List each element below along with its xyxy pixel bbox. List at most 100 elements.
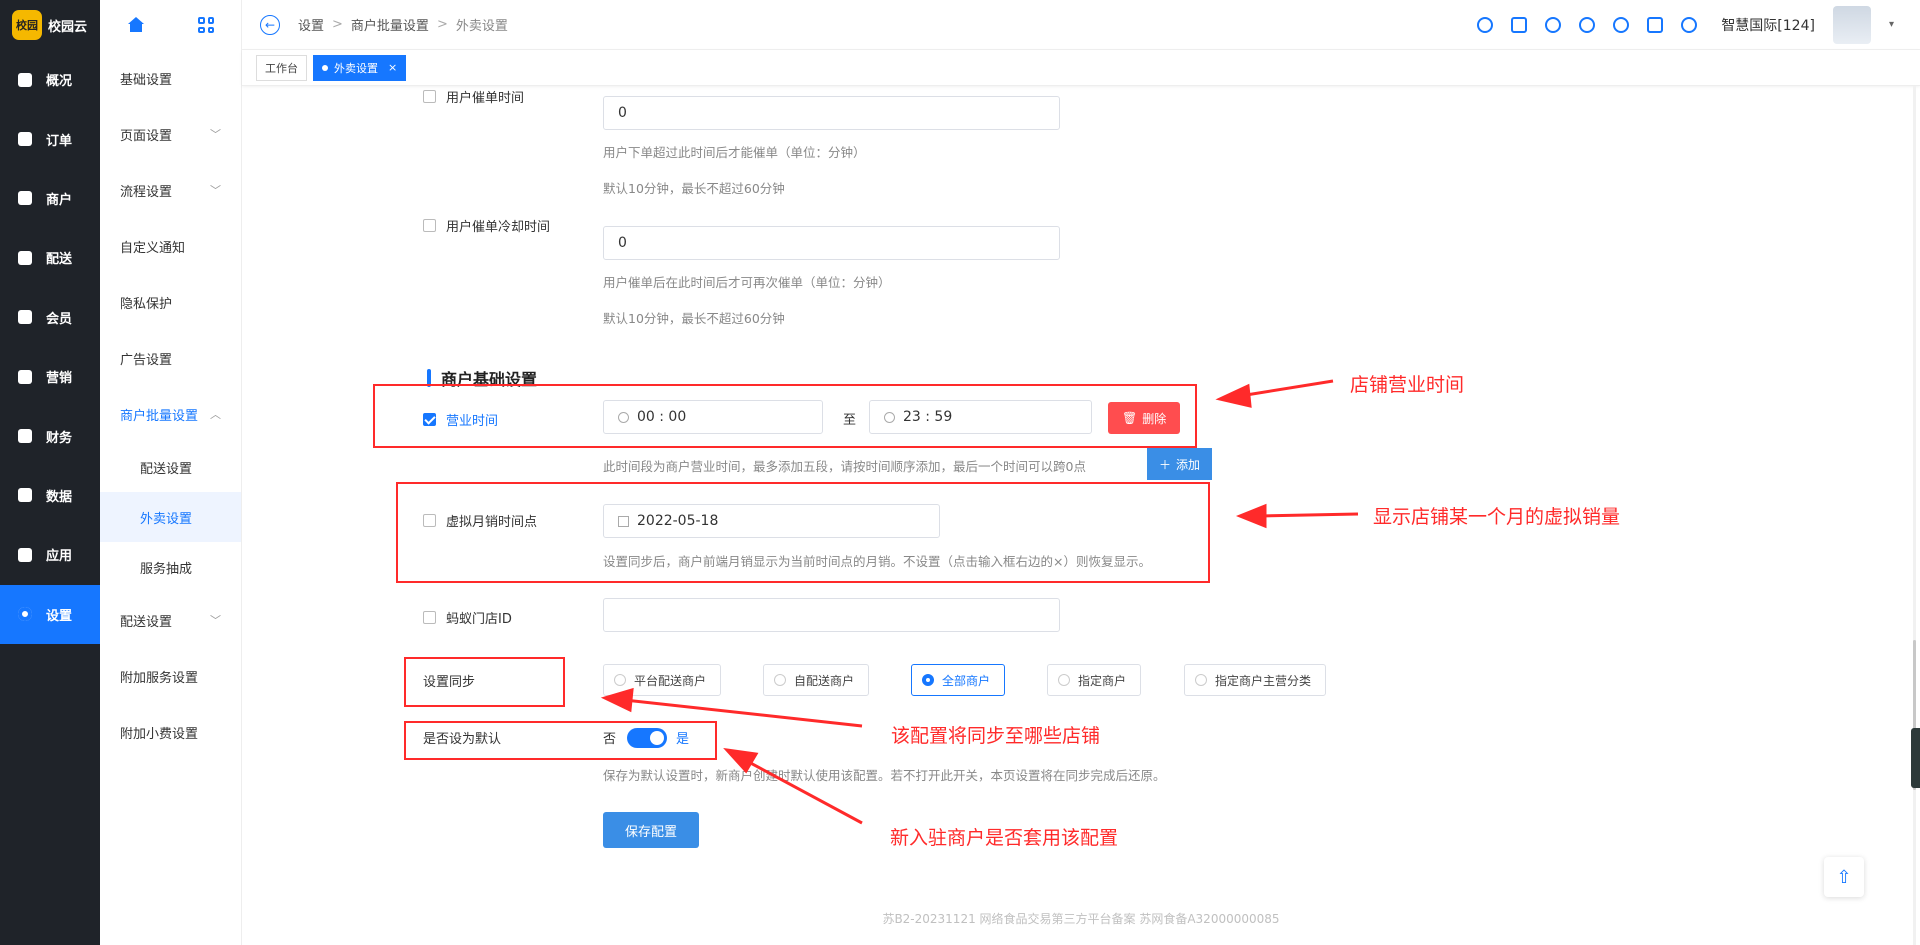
tab-takeout-settings[interactable]: 外卖设置 × [313,54,407,81]
sync-option-all[interactable]: 全部商户 [911,664,1006,696]
nav-item-member[interactable]: 会员 [0,288,100,347]
nav-label: 应用 [46,549,73,565]
submenu-item[interactable]: 附加小费设置 [100,704,241,760]
top-header: ← 设置 > 商户批量设置 > 外卖设置 智慧国际[124] ▾ [242,0,1920,50]
order-icon [18,132,32,147]
ant-store-checkbox[interactable] [423,611,436,624]
save-button[interactable]: 保存配置 [603,812,700,848]
apps-grid-icon[interactable] [198,17,215,33]
user-menu-caret[interactable]: ▾ [1889,19,1894,30]
breadcrumb-separator: > [436,17,448,32]
nav-label: 商户 [46,192,73,208]
submenu-item[interactable]: 商户批量设置 ︿ [100,386,241,442]
scrollbar-track[interactable] [1913,86,1916,945]
eye-icon[interactable] [1613,16,1630,33]
monitor-icon[interactable] [1647,16,1664,33]
main-sidebar: 校园 校园云 概况订单商户配送 会员营销财务 数据应用设置 [0,0,100,945]
ant-store-text: 蚂蚁门店ID [446,612,512,627]
download-icon[interactable] [1579,16,1596,33]
help-icon[interactable] [1681,16,1698,33]
urge-cooldown-label[interactable]: 用户催单冷却时间 [423,216,550,235]
user-name[interactable]: 智慧国际[124] [1721,15,1815,35]
back-to-top-icon[interactable]: ⇧ [1824,857,1864,897]
fullscreen-icon[interactable] [1511,16,1528,33]
submenu-item[interactable]: 流程设置 ﹀ [100,162,241,218]
add-button[interactable]: ＋ 添加 [1147,448,1213,480]
urge-time-input[interactable]: 0 [603,96,1060,130]
urge-cooldown-checkbox[interactable] [423,219,436,232]
sync-option-label: 自配送商户 [794,673,855,688]
nav-item-data[interactable]: 数据 [0,466,100,525]
nav-item-merchant[interactable]: 商户 [0,169,100,228]
submenu-item[interactable]: 自定义通知 [100,218,241,274]
submenu-item[interactable]: 附加服务设置 [100,648,241,704]
data-icon [18,488,32,503]
nav-item-finance[interactable]: 财务 [0,406,100,465]
urge-time-checkbox[interactable] [423,90,436,103]
breadcrumb-batch-settings[interactable]: 商户批量设置 [351,15,429,34]
submenu-label: 外卖设置 [140,511,193,527]
annotation-note-sync: 该配置将同步至哪些店铺 [891,725,1101,747]
avatar[interactable] [1832,5,1871,44]
urge-time-label[interactable]: 用户催单时间 [423,87,524,106]
chevron-icon: ﹀ [210,614,221,627]
nav-label: 营销 [46,371,73,387]
business-hours-help: 此时间段为商户营业时间，最多添加五段，请按时间顺序添加，最后一个时间可以跨0点 [603,459,1086,474]
submenu-label: 广告设置 [120,352,173,368]
submenu-item[interactable]: 广告设置 [100,330,241,386]
add-label: 添加 [1176,457,1201,472]
nav-item-delivery[interactable]: 配送 [0,228,100,287]
annotation-note-default: 新入驻商户是否套用该配置 [890,827,1119,849]
nav-item-overview[interactable]: 概况 [0,50,100,109]
ant-store-input[interactable] [603,598,1060,632]
nav-item-marketing[interactable]: 营销 [0,347,100,406]
submenu-label: 附加小费设置 [120,726,199,742]
nav-item-order[interactable]: 订单 [0,109,100,168]
annotation-box-sync [404,657,565,707]
page-tabs: 工作台 外卖设置 × [242,50,1920,86]
breadcrumb-settings[interactable]: 设置 [298,15,324,34]
annotation-box-default [404,721,717,760]
app-logo[interactable]: 校园 校园云 [0,0,100,50]
breadcrumb-current: 外卖设置 [455,19,508,34]
sync-option-label: 指定商户主营分类 [1215,673,1312,688]
search-icon[interactable] [1477,16,1494,33]
submenu-item[interactable]: 配送设置 [100,442,241,492]
urge-cooldown-help: 用户催单后在此时间后才可再次催单（单位：分钟） [603,275,891,290]
annotation-box-business-hours [373,384,1197,448]
submenu-item[interactable]: 服务抽成 [100,542,241,592]
tab-workbench[interactable]: 工作台 [256,54,307,81]
submenu-item[interactable]: 隐私保护 [100,274,241,330]
nav-item-app[interactable]: 应用 [0,525,100,584]
nav-item-settings[interactable]: 设置 [0,584,100,644]
sync-option-self-delivery[interactable]: 自配送商户 [763,664,870,696]
submenu-label: 配送设置 [120,614,173,630]
refresh-icon[interactable] [1545,16,1562,33]
member-icon [18,310,32,325]
submenu-label: 服务抽成 [140,561,193,577]
urge-cooldown-help-default: 默认10分钟，最长不超过60分钟 [603,311,785,326]
merchant-icon [18,191,32,206]
submenu-label: 配送设置 [140,461,193,477]
submenu-item[interactable]: 基础设置 [100,50,241,106]
submenu-item[interactable]: 页面设置 ﹀ [100,106,241,162]
radio-circle [922,674,934,686]
side-drawer-handle[interactable] [1911,728,1920,788]
sync-option-specified[interactable]: 指定商户 [1047,664,1142,696]
submenu-label: 商户批量设置 [120,408,199,424]
home-icon[interactable] [127,17,145,33]
urge-time-help-default: 默认10分钟，最长不超过60分钟 [603,181,785,196]
sync-option-platform[interactable]: 平台配送商户 [603,664,722,696]
sync-option-category[interactable]: 指定商户主营分类 [1184,664,1327,696]
submenu-item[interactable]: 配送设置 ﹀ [100,592,241,648]
annotation-box-virtual-sales [396,482,1210,583]
sub-nav: 基础设置 页面设置 ﹀ 流程设置 ﹀ 自定义通知 隐私保护 广告设置 商户批量设置 ︿ 配送设置 外卖… [100,50,241,760]
ant-store-label[interactable]: 蚂蚁门店ID [423,608,512,627]
close-icon[interactable]: × [388,61,397,74]
header-tools: 智慧国际[124] ▾ [1477,5,1920,44]
urge-cooldown-input[interactable]: 0 [603,226,1060,260]
submenu-label: 附加服务设置 [120,670,199,686]
back-icon[interactable]: ← [260,14,280,35]
nav-label: 概况 [46,74,73,90]
submenu-item[interactable]: 外卖设置 [100,492,241,542]
